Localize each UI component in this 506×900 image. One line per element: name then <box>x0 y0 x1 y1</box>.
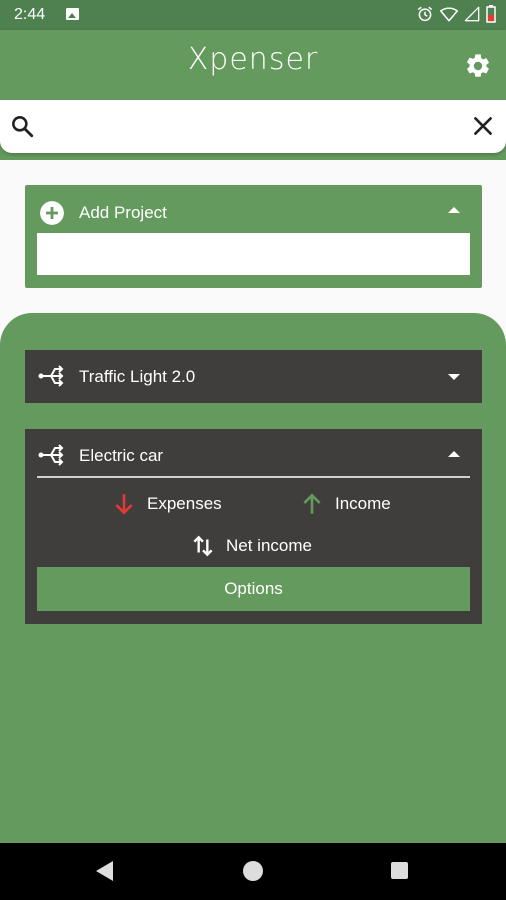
fork-arrow-icon <box>38 365 64 387</box>
project-card: Electric car Expenses Income Net income … <box>25 429 482 624</box>
close-icon[interactable] <box>470 113 496 139</box>
app-title: Xpenser <box>187 42 319 77</box>
battery-icon <box>486 5 496 23</box>
income-label: Income <box>335 494 391 513</box>
project-card: Traffic Light 2.0 <box>25 350 482 403</box>
project-header[interactable]: Electric car <box>25 429 482 481</box>
add-project-label: Add Project <box>79 203 167 222</box>
income-button[interactable]: Income <box>299 491 391 517</box>
project-name-input[interactable] <box>37 233 470 275</box>
net-income-button[interactable]: Net income <box>190 533 312 559</box>
status-icons <box>416 5 496 23</box>
expenses-button[interactable]: Expenses <box>111 491 222 517</box>
add-project-header[interactable]: Add Project <box>25 185 482 233</box>
project-title: Traffic Light 2.0 <box>79 367 196 386</box>
app-bar: Xpenser <box>0 30 506 100</box>
options-button[interactable]: Options <box>37 567 470 611</box>
back-icon[interactable] <box>96 861 113 881</box>
collapse-caret-icon <box>448 207 460 213</box>
arrow-up-icon <box>303 493 321 514</box>
projects-panel: Traffic Light 2.0 Electric car Expenses … <box>0 313 506 843</box>
home-icon[interactable] <box>243 861 263 881</box>
search-bar <box>0 100 506 153</box>
project-title: Electric car <box>79 446 164 465</box>
navigation-bar <box>0 843 506 900</box>
search-area <box>0 100 506 160</box>
status-time: 2:44 <box>14 6 46 23</box>
fork-arrow-icon <box>38 444 64 466</box>
gear-icon[interactable] <box>464 52 492 80</box>
add-project-card: Add Project <box>25 185 482 288</box>
search-input[interactable] <box>44 110 468 144</box>
project-header[interactable]: Traffic Light 2.0 <box>25 350 482 402</box>
search-icon <box>12 116 34 138</box>
expand-caret-icon <box>448 374 460 380</box>
expenses-label: Expenses <box>147 494 222 513</box>
wifi-icon <box>440 7 458 22</box>
image-notification-icon <box>66 8 79 20</box>
net-income-label: Net income <box>226 536 312 555</box>
swap-vert-icon <box>193 535 213 557</box>
add-circle-icon <box>40 201 64 225</box>
status-bar: 2:44 <box>0 0 506 30</box>
collapse-caret-icon <box>448 451 460 457</box>
recents-icon[interactable] <box>391 862 408 879</box>
divider <box>37 476 470 478</box>
alarm-icon <box>417 6 433 22</box>
arrow-down-icon <box>115 494 133 515</box>
signal-icon <box>464 6 480 22</box>
